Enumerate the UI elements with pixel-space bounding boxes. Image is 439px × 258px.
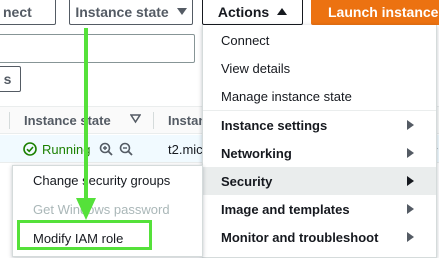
instance-state-label: Instance state: [75, 3, 169, 20]
annotation-highlight-box: [17, 220, 152, 250]
menu-item-manage-instance-state[interactable]: Manage instance state: [203, 82, 436, 110]
menu-item-label: Connect: [221, 32, 270, 48]
annotation-arrow-icon: [74, 28, 98, 224]
submenu-arrow-icon: [407, 204, 414, 214]
filter-button[interactable]: s: [0, 66, 21, 92]
menu-item-image-and-templates[interactable]: Image and templates: [203, 195, 436, 223]
launch-label: Launch instances: [328, 3, 439, 20]
caret-down-icon: [176, 8, 187, 15]
instance-state-button[interactable]: Instance state: [69, 0, 193, 25]
connect-label: nect: [3, 3, 32, 20]
submenu-arrow-icon: [407, 176, 414, 186]
menu-item-monitor-and-troubleshoot[interactable]: Monitor and troubleshoot: [203, 223, 436, 251]
menu-item-security[interactable]: Security: [203, 167, 436, 195]
menu-item-connect[interactable]: Connect: [203, 26, 436, 54]
submenu-arrow-icon: [407, 120, 414, 130]
zoom-in-icon[interactable]: [99, 142, 113, 156]
submenu-arrow-icon: [407, 148, 414, 158]
menu-item-change-security-groups[interactable]: Change security groups: [13, 166, 202, 195]
menu-item-label: Get Windows password: [33, 202, 170, 217]
menu-item-label: Change security groups: [33, 173, 171, 188]
launch-instances-button[interactable]: Launch instances: [311, 0, 439, 25]
actions-button[interactable]: Actions: [202, 0, 303, 25]
filter-button-label: s: [3, 71, 12, 87]
menu-item-view-details[interactable]: View details: [203, 54, 436, 82]
menu-item-instance-settings[interactable]: Instance settings: [203, 111, 436, 139]
column-divider: [153, 112, 154, 129]
actions-label: Actions: [217, 3, 270, 20]
actions-menu: Connect View details Manage instance sta…: [202, 25, 437, 258]
running-status-icon: [23, 142, 37, 156]
menu-item-networking[interactable]: Networking: [203, 139, 436, 167]
column-divider: [9, 112, 10, 129]
menu-item-label: Monitor and troubleshoot: [221, 229, 379, 245]
menu-item-label: Manage instance state: [221, 88, 352, 104]
connect-button[interactable]: nect: [0, 0, 56, 25]
submenu-arrow-icon: [407, 232, 414, 242]
instance-type-value: t2.mic: [168, 142, 203, 157]
menu-item-label: Instance settings: [221, 117, 328, 133]
menu-item-label: Security: [221, 173, 273, 189]
menu-item-label: Image and templates: [221, 201, 350, 217]
column-header-instance-type[interactable]: Instan: [168, 113, 206, 128]
menu-item-label: View details: [221, 60, 291, 76]
zoom-out-icon[interactable]: [119, 142, 133, 156]
caret-up-icon: [277, 8, 288, 15]
sort-icon[interactable]: [129, 113, 142, 125]
menu-item-label: Networking: [221, 145, 292, 161]
